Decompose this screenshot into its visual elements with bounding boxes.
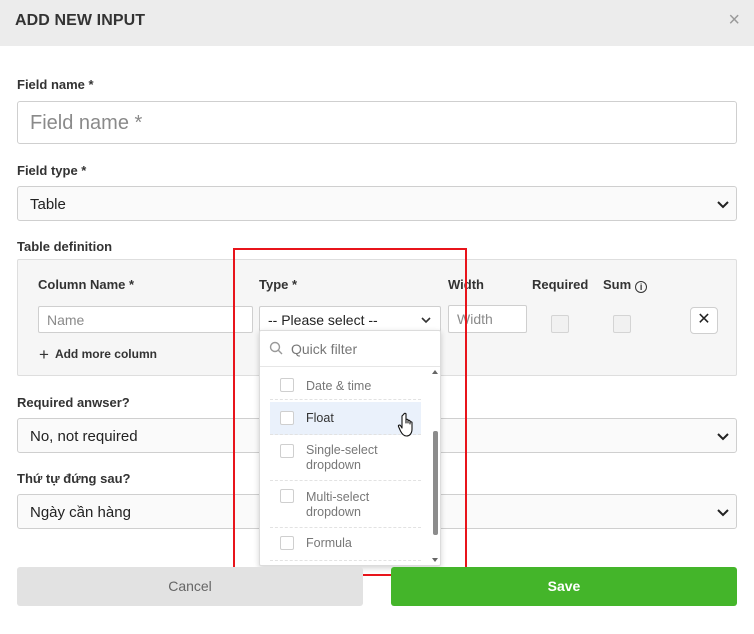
- field-type-value: Table: [30, 196, 66, 213]
- chevron-down-icon: [717, 509, 729, 517]
- required-header: Required: [532, 277, 589, 292]
- chevron-down-icon: [421, 317, 431, 324]
- field-name-label: Field name *: [17, 77, 94, 92]
- column-type-select[interactable]: -- Please select --: [259, 306, 441, 333]
- type-dropdown-menu: Quick filter Date & time Float Single-se…: [259, 330, 441, 566]
- column-name-header: Column Name *: [38, 277, 135, 292]
- table-definition-label: Table definition: [17, 239, 113, 254]
- width-header: Width: [448, 277, 484, 292]
- add-more-column-button[interactable]: + Add more column: [39, 345, 157, 365]
- field-name-placeholder: Field name *: [30, 112, 143, 134]
- order-after-label: Thứ tự đứng sau?: [17, 471, 131, 486]
- dropdown-scrollbar[interactable]: [431, 367, 439, 565]
- option-formula[interactable]: Formula: [270, 529, 421, 561]
- field-type-label: Field type *: [17, 163, 87, 178]
- option-multi-select-dropdown[interactable]: Multi-select dropdown: [270, 482, 421, 528]
- column-type-value: -- Please select --: [268, 312, 378, 328]
- dialog-header: ADD NEW INPUT ×: [0, 0, 754, 46]
- dialog-title: ADD NEW INPUT: [15, 12, 146, 29]
- option-label: Date & time: [306, 379, 372, 393]
- sum-header: Sum i: [603, 277, 648, 293]
- option-label: Multi-select dropdown: [306, 490, 370, 519]
- option-checkbox[interactable]: [280, 536, 294, 550]
- cancel-button[interactable]: Cancel: [17, 567, 363, 606]
- option-label: Single-select dropdown: [306, 443, 378, 472]
- option-date-time[interactable]: Date & time: [270, 367, 421, 400]
- scrollbar-thumb[interactable]: [433, 431, 438, 535]
- add-input-dialog: ADD NEW INPUT × Field name * Field name …: [0, 0, 754, 634]
- quick-filter-input[interactable]: Quick filter: [260, 331, 440, 367]
- field-type-select[interactable]: Table: [17, 186, 737, 221]
- required-checkbox[interactable]: [551, 315, 569, 333]
- option-checkbox[interactable]: [280, 378, 294, 392]
- required-answer-label: Required anwser?: [17, 395, 130, 410]
- scroll-down-arrow-icon[interactable]: [431, 557, 439, 563]
- quick-filter-placeholder: Quick filter: [291, 341, 358, 357]
- info-icon[interactable]: i: [635, 281, 648, 293]
- add-more-column-label: Add more column: [54, 347, 157, 361]
- plus-icon: +: [39, 345, 49, 364]
- chevron-down-icon: [717, 433, 729, 441]
- save-button[interactable]: Save: [391, 567, 737, 606]
- option-checkbox[interactable]: [280, 411, 294, 425]
- type-header: Type *: [259, 277, 298, 292]
- required-answer-value: No, not required: [30, 428, 138, 445]
- order-after-value: Ngày cần hàng: [30, 504, 131, 521]
- chevron-down-icon: [717, 201, 729, 209]
- option-checkbox[interactable]: [280, 444, 294, 458]
- scroll-up-arrow-icon[interactable]: [431, 369, 439, 375]
- column-name-input[interactable]: Name: [38, 306, 253, 333]
- column-width-placeholder: Width: [457, 311, 493, 327]
- sum-checkbox[interactable]: [613, 315, 631, 333]
- option-label: Float: [306, 411, 334, 425]
- remove-column-button[interactable]: ✕: [690, 307, 718, 334]
- hand-pointer-icon: [397, 412, 413, 437]
- column-width-input[interactable]: Width: [448, 305, 527, 333]
- close-icon[interactable]: ×: [728, 10, 740, 30]
- field-name-input[interactable]: Field name *: [17, 101, 737, 144]
- option-single-select-dropdown[interactable]: Single-select dropdown: [270, 435, 421, 481]
- option-checkbox[interactable]: [280, 489, 294, 503]
- option-label: Formula: [306, 536, 352, 550]
- search-icon: [269, 341, 283, 355]
- sum-header-label: Sum: [603, 277, 632, 292]
- column-name-placeholder: Name: [47, 312, 85, 328]
